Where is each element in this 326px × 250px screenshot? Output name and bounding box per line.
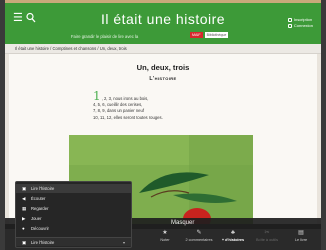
dropdown-item-label: Jouer <box>31 216 42 221</box>
film-icon: ▦ <box>22 206 27 211</box>
dropdown-item-label: Écouter <box>31 196 46 201</box>
book-label: Le livre <box>294 238 308 242</box>
dropdown-item-read[interactable]: ▣ Lire l'histoire <box>16 184 131 193</box>
toolbox-label: Boîte à outils <box>256 238 278 242</box>
tagline: Faire grandir le plaisir de lire avec la <box>71 34 139 39</box>
dropdown-item-label: Lire l'histoire <box>31 186 55 191</box>
account-links: Inscription Connexion <box>287 17 313 29</box>
toolbox-icon: ✂ <box>264 230 270 236</box>
dropdown-item-watch[interactable]: ▦ Regarder <box>16 204 131 213</box>
more-stories-label: + d'histoires <box>221 238 245 242</box>
person-icon: ● <box>22 226 25 231</box>
sponsor-badges: MAIF Bibliothèque <box>190 32 229 38</box>
site-title[interactable]: Il était une histoire <box>5 11 321 27</box>
dropdown-item-listen[interactable]: ◀ Écouter <box>16 194 131 203</box>
comment-icon: ✎ <box>196 230 202 236</box>
dropdown-item-discover[interactable]: ● Découvrir <box>16 224 131 233</box>
page-title: Un, deux, trois <box>136 63 190 72</box>
comments-label: 2 commentaires <box>185 238 213 242</box>
poem-line: 10, 11, 12, elles seront toutes rouges. <box>93 114 163 120</box>
document-icon: ▤ <box>298 230 304 236</box>
sponsor-badge-red[interactable]: MAIF <box>190 32 203 38</box>
play-icon: ▶ <box>22 216 26 221</box>
chevron-down-icon: ▾ <box>122 240 125 245</box>
dropdown-current-label: Lire l'histoire <box>31 240 55 245</box>
speaker-icon: ◀ <box>22 196 26 201</box>
book-icon: ▣ <box>22 186 27 191</box>
book-icon: ▣ <box>22 240 27 245</box>
login-link[interactable]: Connexion <box>287 23 313 29</box>
login-label: Connexion <box>293 23 313 28</box>
site-header: ☰ Il était une histoire Faire grandir le… <box>5 3 321 44</box>
dropdown-item-play[interactable]: ▶ Jouer <box>16 214 131 223</box>
dropdown-current[interactable]: ▣ Lire l'histoire ▾ <box>16 237 131 246</box>
dropdown-item-label: Découvrir <box>31 226 49 231</box>
sponsor-badge-white[interactable]: Bibliothèque <box>204 32 229 38</box>
poem-text: 1 , 2, 3, nous irons au bois, 4, 5, 6, c… <box>93 89 163 121</box>
dropdown-item-label: Regarder <box>31 206 49 211</box>
mode-dropdown: ▣ Lire l'histoire ◀ Écouter ▦ Regarder ▶… <box>15 181 132 248</box>
dropcap: 1 <box>93 89 101 103</box>
share-icon: ♣ <box>231 230 235 236</box>
breadcrumb[interactable]: Il était une histoire / Comptines et cha… <box>5 44 321 54</box>
star-icon: ★ <box>162 230 168 236</box>
rate-label: Noter <box>160 238 170 242</box>
user-icon <box>287 18 292 22</box>
section-title: L'histoire <box>149 76 177 82</box>
login-icon <box>287 24 292 28</box>
photo-right-edge <box>321 0 326 250</box>
hide-button[interactable]: Masquer <box>171 220 194 226</box>
